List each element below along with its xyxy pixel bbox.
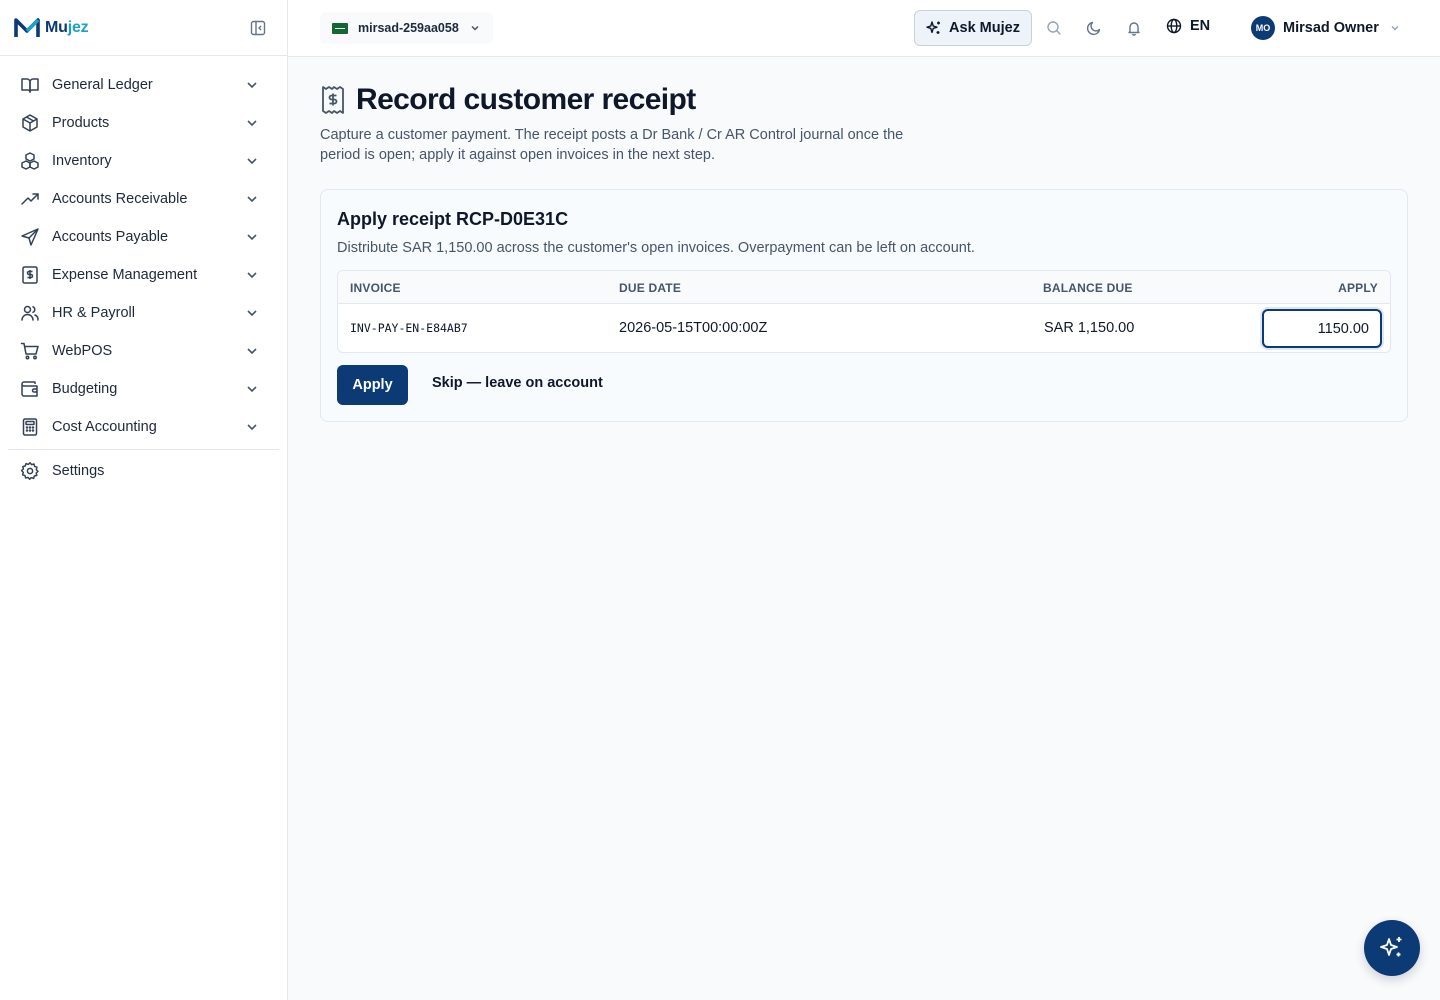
table-header: INVOICE DUE DATE BALANCE DUE APPLY bbox=[338, 271, 1390, 304]
sidebar: Mujez General Ledger Products Inventory … bbox=[0, 0, 288, 1000]
apply-amount-input[interactable] bbox=[1262, 309, 1382, 348]
chevron-down-icon bbox=[247, 196, 257, 203]
page-description: Capture a customer payment. The receipt … bbox=[320, 127, 904, 163]
globe-icon bbox=[1166, 18, 1182, 34]
sparkles-icon bbox=[1380, 937, 1402, 957]
sidebar-collapse-button[interactable] bbox=[249, 19, 267, 37]
book-open-icon bbox=[20, 75, 40, 95]
cart-icon bbox=[20, 341, 40, 361]
sidebar-item-webpos[interactable]: WebPOS bbox=[8, 332, 279, 370]
chevron-down-icon bbox=[247, 158, 257, 165]
chevron-down-icon bbox=[247, 348, 257, 355]
sidebar-item-label: Products bbox=[52, 115, 110, 131]
page-header: Record customer receipt bbox=[320, 83, 696, 117]
chevron-down-icon bbox=[247, 310, 257, 317]
theme-toggle-button[interactable] bbox=[1085, 19, 1103, 37]
sidebar-item-label: Accounts Payable bbox=[52, 229, 169, 245]
card-subtitle: Distribute SAR 1,150.00 across the custo… bbox=[337, 240, 975, 256]
sidebar-nav: General Ledger Products Inventory Accoun… bbox=[0, 56, 287, 490]
topbar: mirsad-259aa058 Ask Mujez EN MO Mirsad O… bbox=[288, 0, 1440, 57]
organization-name: mirsad-259aa058 bbox=[358, 21, 459, 35]
chevron-down-icon bbox=[247, 82, 257, 89]
apply-receipt-card: Apply receipt RCP-D0E31C Distribute SAR … bbox=[320, 189, 1408, 422]
open-invoices-table: INVOICE DUE DATE BALANCE DUE APPLY INV-P… bbox=[337, 270, 1391, 353]
skip-leave-on-account-button[interactable]: Skip — leave on account bbox=[432, 375, 603, 391]
card-title: Apply receipt RCP-D0E31C bbox=[337, 209, 569, 229]
user-menu[interactable]: MO Mirsad Owner bbox=[1251, 16, 1401, 40]
sidebar-item-label: Accounts Receivable bbox=[52, 191, 188, 207]
chevron-down-icon bbox=[1391, 26, 1399, 31]
boxes-icon bbox=[20, 151, 40, 171]
sidebar-divider bbox=[8, 449, 279, 450]
trending-up-icon bbox=[20, 189, 40, 209]
sidebar-item-settings[interactable]: Settings bbox=[8, 452, 279, 490]
language-code: EN bbox=[1190, 18, 1211, 34]
users-icon bbox=[20, 303, 40, 323]
search-button[interactable] bbox=[1045, 19, 1063, 37]
due-date: 2026-05-15T00:00:00Z bbox=[619, 320, 768, 336]
sidebar-item-general-ledger[interactable]: General Ledger bbox=[8, 66, 279, 104]
table-row: INV-PAY-EN-E84AB7 2026-05-15T00:00:00Z S… bbox=[338, 304, 1390, 353]
brand-header: Mujez bbox=[0, 0, 287, 56]
mujez-logo-icon bbox=[14, 17, 40, 37]
chevron-down-icon bbox=[247, 234, 257, 241]
sidebar-item-label: Cost Accounting bbox=[52, 419, 157, 435]
sidebar-item-hr-payroll[interactable]: HR & Payroll bbox=[8, 294, 279, 332]
sidebar-item-budgeting[interactable]: Budgeting bbox=[8, 370, 279, 408]
column-header-apply: APPLY bbox=[1338, 281, 1378, 295]
chevron-down-icon bbox=[247, 424, 257, 431]
invoice-number: INV-PAY-EN-E84AB7 bbox=[350, 321, 468, 335]
moon-icon bbox=[1086, 21, 1101, 36]
chevron-down-icon bbox=[471, 25, 479, 31]
sidebar-item-products[interactable]: Products bbox=[8, 104, 279, 142]
sidebar-item-label: General Ledger bbox=[52, 77, 153, 93]
wallet-icon bbox=[20, 379, 40, 399]
ask-mujez-button[interactable]: Ask Mujez bbox=[914, 10, 1032, 46]
column-header-balance-due: BALANCE DUE bbox=[1043, 281, 1133, 295]
send-icon bbox=[20, 227, 40, 247]
receipt-icon bbox=[322, 86, 344, 114]
sidebar-item-expense-management[interactable]: Expense Management bbox=[8, 256, 279, 294]
column-header-invoice: INVOICE bbox=[350, 281, 401, 295]
ai-assistant-fab[interactable] bbox=[1364, 920, 1420, 976]
sidebar-item-label: HR & Payroll bbox=[52, 305, 135, 321]
sidebar-item-cost-accounting[interactable]: Cost Accounting bbox=[8, 408, 279, 446]
language-selector[interactable]: EN bbox=[1166, 18, 1210, 34]
sidebar-item-inventory[interactable]: Inventory bbox=[8, 142, 279, 180]
chevron-down-icon bbox=[247, 386, 257, 393]
user-name: Mirsad Owner bbox=[1283, 20, 1379, 36]
calculator-icon bbox=[20, 417, 40, 437]
page-title: Record customer receipt bbox=[356, 83, 696, 116]
search-icon bbox=[1047, 21, 1061, 35]
chevron-down-icon bbox=[247, 120, 257, 127]
bell-icon bbox=[1128, 22, 1140, 36]
avatar: MO bbox=[1251, 16, 1275, 40]
sidebar-item-label: Settings bbox=[52, 463, 105, 479]
column-header-due-date: DUE DATE bbox=[619, 281, 682, 295]
balance-due: SAR 1,150.00 bbox=[1044, 320, 1135, 336]
gear-icon bbox=[20, 461, 40, 481]
sidebar-item-accounts-payable[interactable]: Accounts Payable bbox=[8, 218, 279, 256]
sidebar-item-label: Inventory bbox=[52, 153, 112, 169]
receipt-icon bbox=[20, 265, 40, 285]
apply-button[interactable]: Apply bbox=[337, 365, 408, 405]
organization-selector[interactable]: mirsad-259aa058 bbox=[320, 12, 493, 44]
sidebar-item-accounts-receivable[interactable]: Accounts Receivable bbox=[8, 180, 279, 218]
sparkles-icon bbox=[926, 21, 941, 34]
sidebar-item-label: WebPOS bbox=[52, 343, 113, 359]
sidebar-item-label: Budgeting bbox=[52, 381, 118, 397]
sidebar-item-label: Expense Management bbox=[52, 267, 198, 283]
brand-name: Mujez bbox=[45, 18, 89, 36]
package-icon bbox=[20, 113, 40, 133]
chevron-down-icon bbox=[247, 272, 257, 279]
panel-left-icon bbox=[250, 20, 266, 36]
notifications-button[interactable] bbox=[1125, 19, 1143, 37]
ask-mujez-label: Ask Mujez bbox=[949, 20, 1020, 36]
saudi-flag-icon bbox=[332, 22, 348, 34]
